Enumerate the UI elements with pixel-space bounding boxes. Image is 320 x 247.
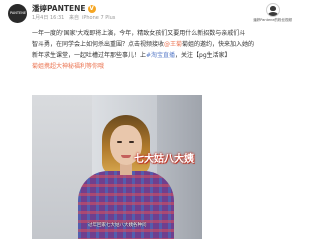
video-player[interactable]: 七大姑八大姨 过年回家七大姑八大姨各种问: [32, 95, 202, 239]
author-avatar[interactable]: PANTENE: [8, 4, 27, 23]
avatar-logo-text: PANTENE: [10, 11, 27, 15]
post-source: iPhone 7 Plus: [81, 15, 116, 21]
video-caption: 七大姑八大姨: [134, 154, 194, 165]
hashtag-link[interactable]: #淘宝直播: [146, 52, 175, 59]
fan-video-caption: 潘婷Pantene的粉丝视频: [253, 18, 292, 22]
post-text-line: 一年一度的'国家'大戏即将上演，今年，精致女孩们又要用什么新招数与亲戚们斗: [32, 30, 246, 37]
post-text: 一年一度的'国家'大戏即将上演，今年，精致女孩们又要用什么新招数与亲戚们斗 智斗…: [32, 28, 290, 72]
post-text-line: 新年求生课堂，一起吐槽过年那些事儿！上#淘宝直播，关注【pg生活家】: [32, 52, 231, 59]
weibo-post: PANTENE 潘婷PANTENE V 1月4日 16:31 来自 iPhone …: [0, 0, 300, 247]
mention-link[interactable]: @王菊: [164, 41, 182, 48]
cartoon-avatar-icon: [265, 3, 280, 17]
person-eye: [117, 141, 122, 143]
author-name[interactable]: 潘婷PANTENE: [32, 4, 86, 14]
post-meta: 1月4日 16:31 来自 iPhone 7 Plus: [32, 15, 118, 22]
video-subtitle: 过年回家七大姑八大姨各种问: [88, 223, 147, 228]
promo-link[interactable]: 菊姐携超大神秘福利等你哦: [32, 63, 104, 70]
person-eye: [129, 141, 134, 143]
post-text-line: 菊姐携超大神秘福利等你哦: [32, 61, 290, 72]
source-prefix: 来自: [68, 15, 79, 21]
post-timestamp[interactable]: 1月4日 16:31: [32, 15, 64, 21]
post-text-line: 智斗勇，在同学会上如何杀出重围？点击视频接收@王菊菊姐的邀约，快来加入她的: [32, 41, 255, 48]
fan-video-badge[interactable]: 潘婷Pantene的粉丝视频: [253, 3, 292, 23]
author-row: 潘婷PANTENE V: [32, 4, 96, 14]
verified-icon: V: [87, 5, 96, 13]
